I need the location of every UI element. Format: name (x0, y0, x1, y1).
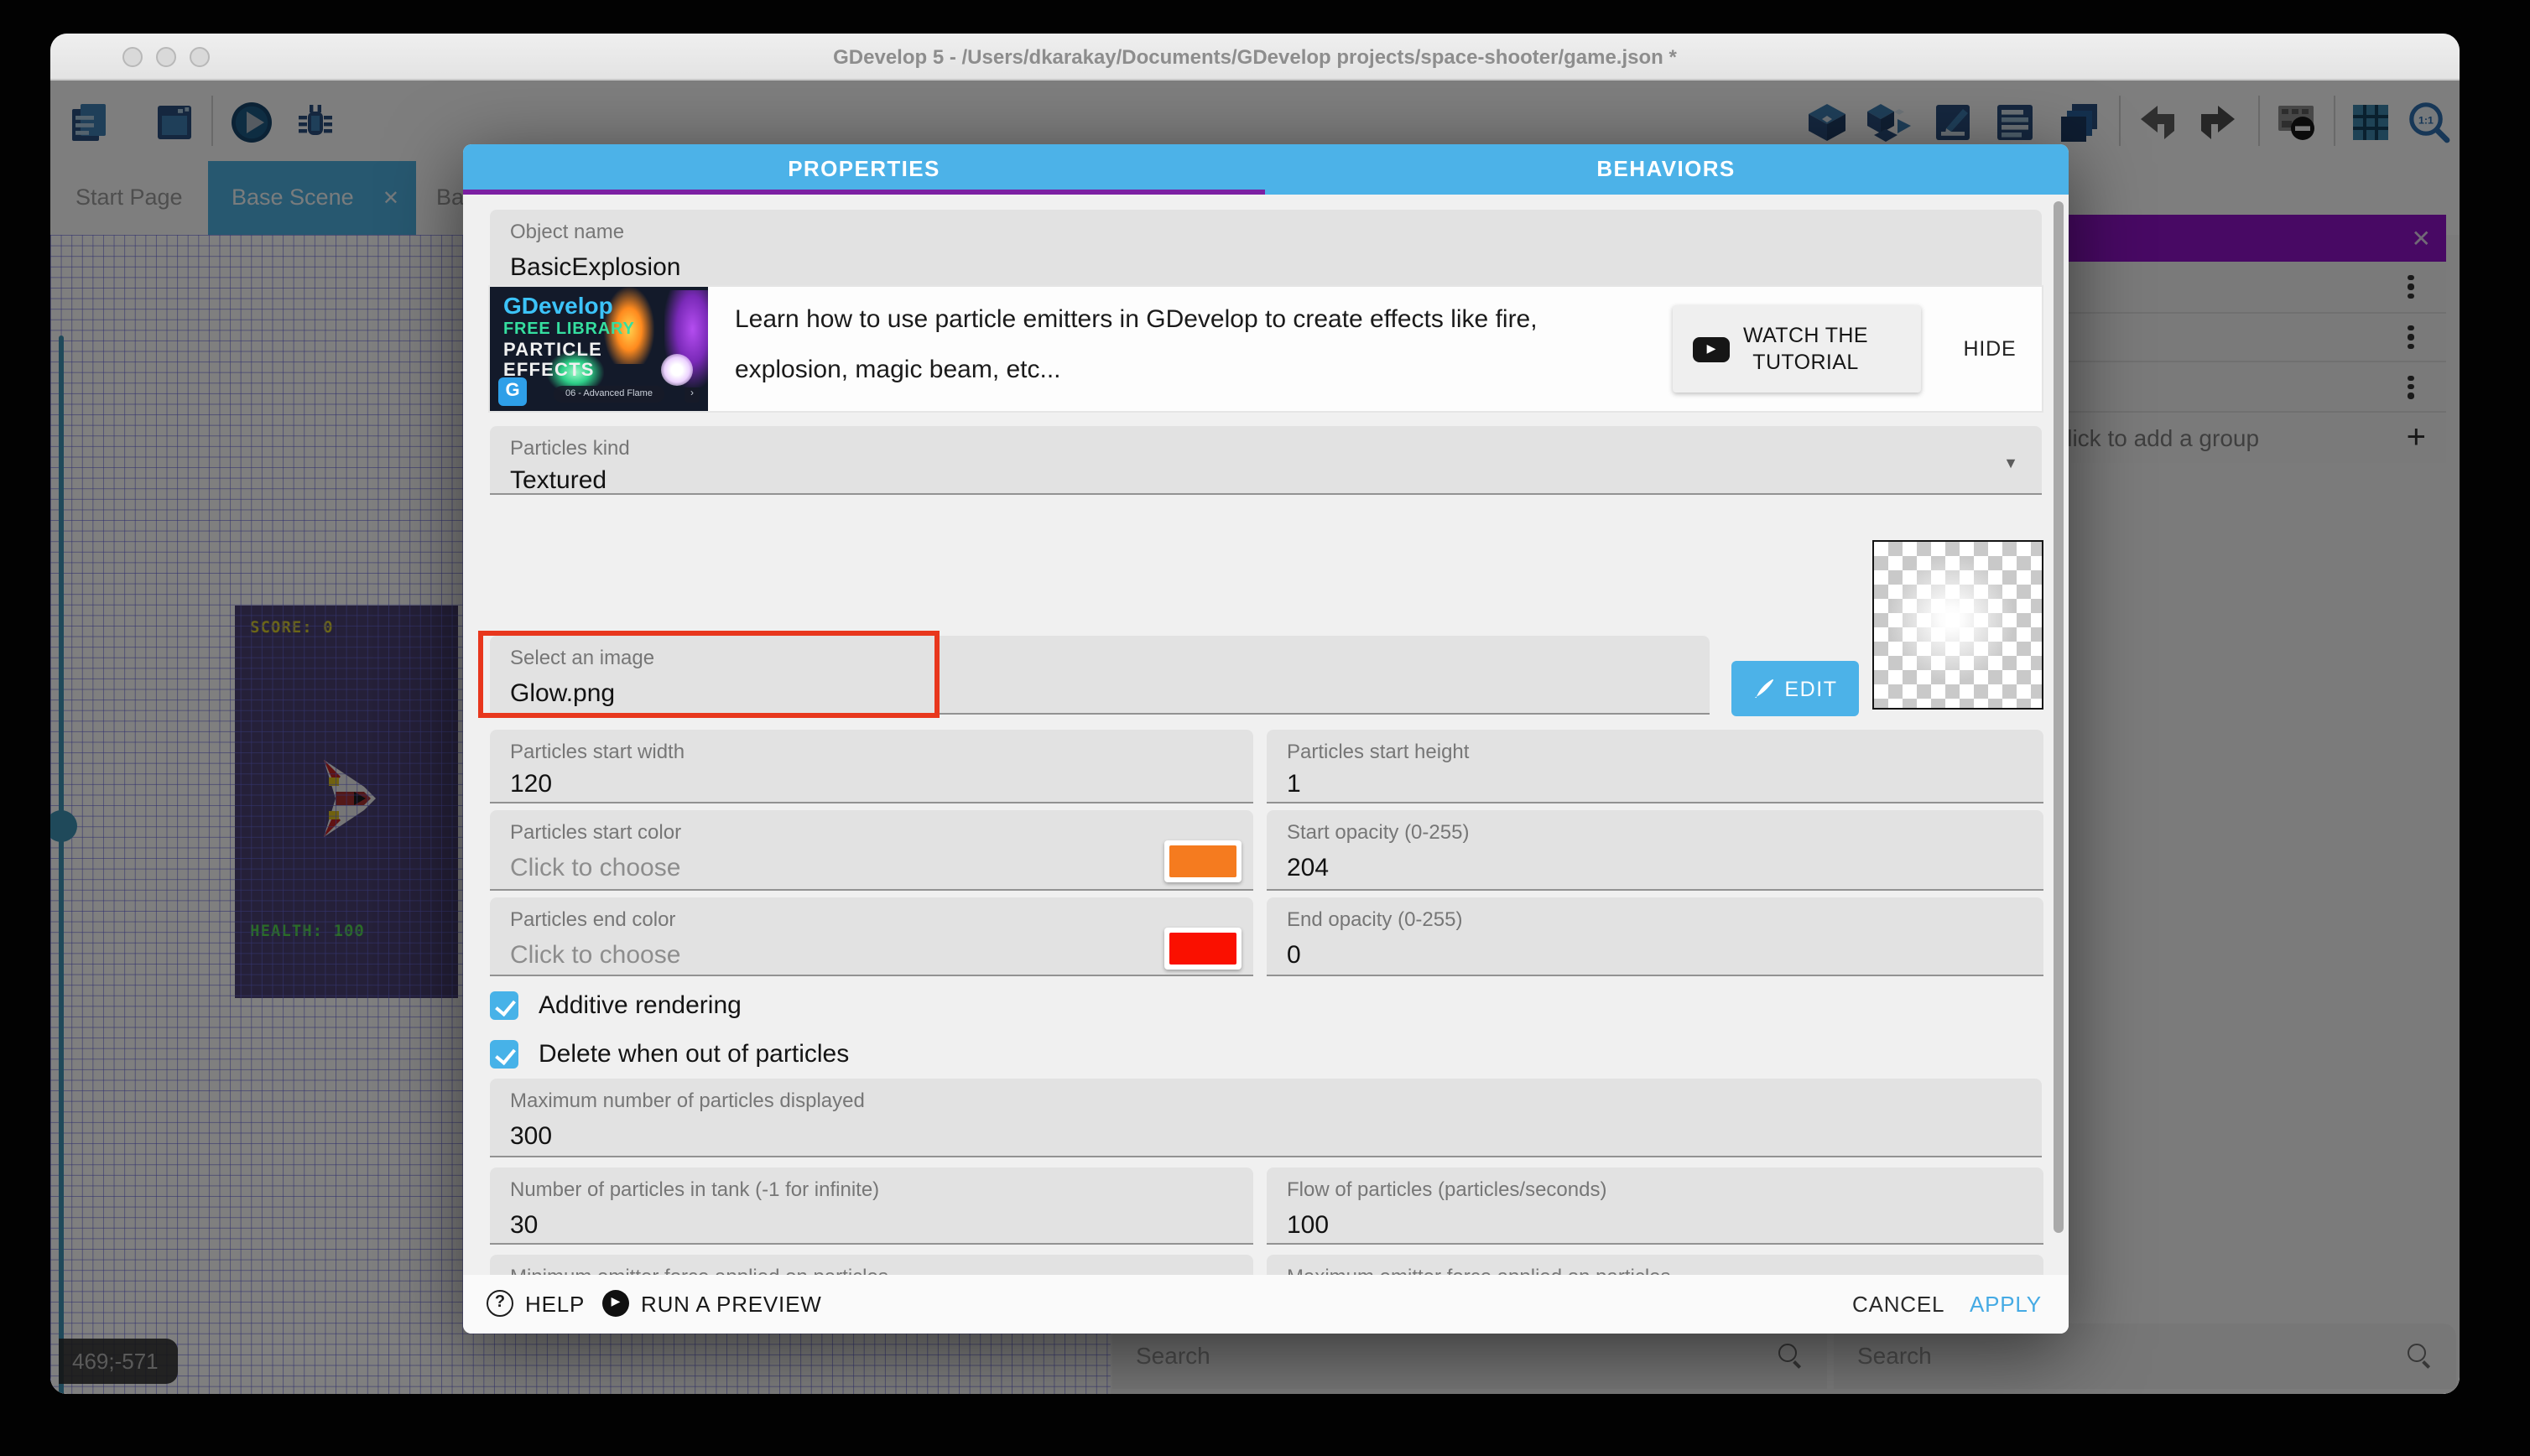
field-label: Particles start width (510, 740, 1233, 763)
start-opacity-field[interactable]: Start opacity (0-255) 204 (1267, 810, 2043, 891)
watch-line1: WATCH THE (1743, 324, 1868, 347)
field-value: 1 (1287, 770, 2023, 798)
chevron-down-icon[interactable]: ▼ (2003, 455, 2018, 471)
field-placeholder: Click to choose (510, 854, 1233, 882)
end-color-swatch[interactable] (1164, 928, 1242, 970)
watch-tutorial-button[interactable]: ▶ WATCH THE TUTORIAL (1673, 305, 1921, 393)
gdevelop-logo: G (498, 377, 527, 406)
field-label: Particles kind (510, 436, 2022, 460)
app-window: GDevelop 5 - /Users/dkarakay/Documents/G… (50, 34, 2460, 1394)
window-title: GDevelop 5 - /Users/dkarakay/Documents/G… (252, 34, 2258, 81)
thumb-caption: 06 - Advanced Flame (554, 386, 664, 403)
watch-line2: TUTORIAL (1752, 351, 1858, 374)
field-label: End opacity (0-255) (1287, 907, 2023, 931)
dialog-scrollbar-thumb[interactable] (2054, 201, 2064, 1233)
max-particles-field[interactable]: Maximum number of particles displayed 30… (490, 1079, 2042, 1157)
thumb-subtitle: FREE LIBRARY (503, 320, 635, 339)
texture-preview[interactable] (1872, 540, 2043, 710)
screenshot-stage: GDevelop 5 - /Users/dkarakay/Documents/G… (0, 0, 2530, 1456)
field-label: Object name (510, 220, 2022, 243)
youtube-play-icon: ▶ (1693, 336, 1730, 361)
checkbox-checked-icon[interactable] (490, 1040, 518, 1069)
glow-ball-graphic (661, 354, 693, 386)
titlebar: GDevelop 5 - /Users/dkarakay/Documents/G… (50, 34, 2460, 81)
traffic-lights (122, 47, 210, 67)
particles-start-width-field[interactable]: Particles start width 120 (490, 730, 1253, 803)
cancel-button[interactable]: CANCEL (1852, 1275, 1944, 1334)
field-value: 120 (510, 770, 1233, 798)
apply-button[interactable]: APPLY (1970, 1275, 2042, 1334)
field-label: Maximum number of particles displayed (510, 1089, 2022, 1112)
field-value: 100 (1287, 1211, 2023, 1240)
delete-when-out-checkbox[interactable]: Delete when out of particles (490, 1040, 849, 1069)
thumb-line3: PARTICLE (503, 341, 602, 361)
particles-flow-field[interactable]: Flow of particles (particles/seconds) 10… (1267, 1167, 2043, 1245)
object-properties-dialog: PROPERTIES BEHAVIORS Object name BasicEx… (463, 144, 2069, 1334)
end-opacity-field[interactable]: End opacity (0-255) 0 (1267, 897, 2043, 976)
field-label: Flow of particles (particles/seconds) (1287, 1178, 2023, 1201)
edit-button-label: EDIT (1784, 677, 1837, 700)
select-image-field[interactable]: Select an image Glow.png (490, 636, 1710, 715)
field-label: Start opacity (0-255) (1287, 820, 2023, 844)
field-value: Textured (510, 466, 2022, 495)
tab-properties[interactable]: PROPERTIES (463, 144, 1265, 195)
maximize-window-button[interactable] (190, 47, 210, 67)
run-preview-icon[interactable]: ▶ (602, 1290, 629, 1317)
field-value: 204 (1287, 854, 2023, 882)
thumb-title: GDevelop (503, 292, 613, 319)
field-label: Number of particles in tank (-1 for infi… (510, 1178, 1233, 1201)
particles-tank-field[interactable]: Number of particles in tank (-1 for infi… (490, 1167, 1253, 1245)
particles-start-height-field[interactable]: Particles start height 1 (1267, 730, 2043, 803)
help-button[interactable]: HELP (525, 1275, 585, 1334)
banner-text-line2: explosion, magic beam, etc... (735, 356, 1061, 384)
help-icon[interactable]: ? (487, 1290, 513, 1317)
minimize-window-button[interactable] (156, 47, 176, 67)
field-value: Glow.png (510, 679, 1689, 708)
object-name-field[interactable]: Object name BasicExplosion (490, 210, 2042, 289)
close-window-button[interactable] (122, 47, 143, 67)
field-placeholder: Click to choose (510, 941, 1233, 970)
field-value: BasicExplosion (510, 253, 2022, 282)
brush-icon (1752, 678, 1774, 699)
tab-behaviors[interactable]: BEHAVIORS (1265, 144, 2067, 195)
field-label: Select an image (510, 646, 1689, 669)
field-label: Particles start color (510, 820, 1233, 844)
tutorial-thumbnail[interactable]: GDevelop FREE LIBRARY PARTICLE EFFECTS G… (490, 287, 708, 411)
checkbox-label: Delete when out of particles (539, 1040, 849, 1069)
dialog-footer: ? HELP ▶ RUN A PREVIEW CANCEL APPLY (463, 1275, 2069, 1334)
additive-rendering-checkbox[interactable]: Additive rendering (490, 991, 742, 1020)
field-label: Particles end color (510, 907, 1233, 931)
edit-image-button[interactable]: EDIT (1731, 661, 1859, 716)
start-color-swatch[interactable] (1164, 840, 1242, 882)
checkbox-label: Additive rendering (539, 991, 742, 1020)
particles-kind-select[interactable]: Particles kind Textured ▼ (490, 426, 2042, 495)
particles-start-color-field[interactable]: Particles start color Click to choose (490, 810, 1253, 891)
next-icon: › (685, 387, 700, 403)
field-value: 0 (1287, 941, 2023, 970)
field-value: 300 (510, 1122, 2022, 1151)
hide-button[interactable]: HIDE (1943, 287, 2037, 411)
particles-end-color-field[interactable]: Particles end color Click to choose (490, 897, 1253, 976)
tutorial-banner: GDevelop FREE LIBRARY PARTICLE EFFECTS G… (490, 287, 2042, 411)
dialog-tabbar: PROPERTIES BEHAVIORS (463, 144, 2069, 195)
banner-text-line1: Learn how to use particle emitters in GD… (735, 305, 1538, 334)
field-value: 30 (510, 1211, 1233, 1240)
field-label: Particles start height (1287, 740, 2023, 763)
active-tab-indicator (463, 190, 1265, 195)
run-preview-button[interactable]: RUN A PREVIEW (641, 1275, 822, 1334)
checkbox-checked-icon[interactable] (490, 991, 518, 1020)
